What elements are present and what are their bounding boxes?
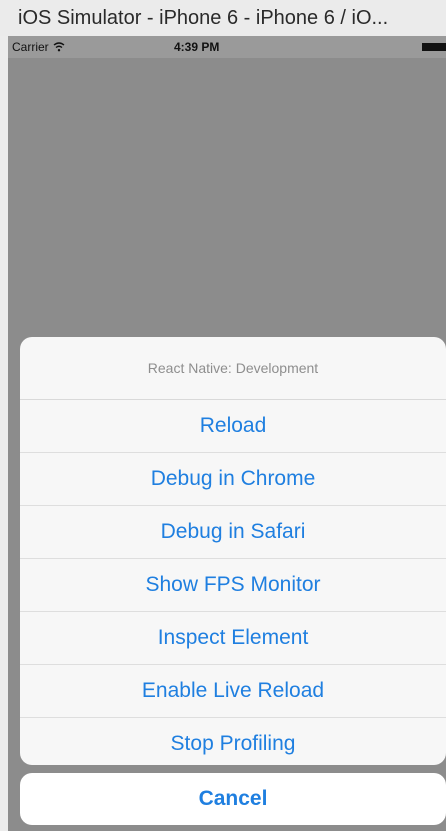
enable-live-reload-button[interactable]: Enable Live Reload [20,665,446,718]
status-bar: Carrier 4:39 PM [8,36,446,58]
action-sheet-title: React Native: Development [20,337,446,400]
reload-button[interactable]: Reload [20,400,446,453]
simulator-screen: Carrier 4:39 PM React Native: Developmen… [8,36,446,831]
battery-icon [422,43,446,51]
show-fps-monitor-button[interactable]: Show FPS Monitor [20,559,446,612]
carrier-label: Carrier [12,40,49,54]
carrier-info: Carrier [12,40,65,54]
window-title: iOS Simulator - iPhone 6 - iPhone 6 / iO… [0,0,446,36]
action-sheet: React Native: Development Reload Debug i… [20,337,446,765]
stop-profiling-button[interactable]: Stop Profiling [20,718,446,765]
debug-in-chrome-button[interactable]: Debug in Chrome [20,453,446,506]
cancel-button[interactable]: Cancel [20,773,446,825]
debug-in-safari-button[interactable]: Debug in Safari [20,506,446,559]
status-time: 4:39 PM [174,40,220,54]
wifi-icon [53,42,65,52]
inspect-element-button[interactable]: Inspect Element [20,612,446,665]
